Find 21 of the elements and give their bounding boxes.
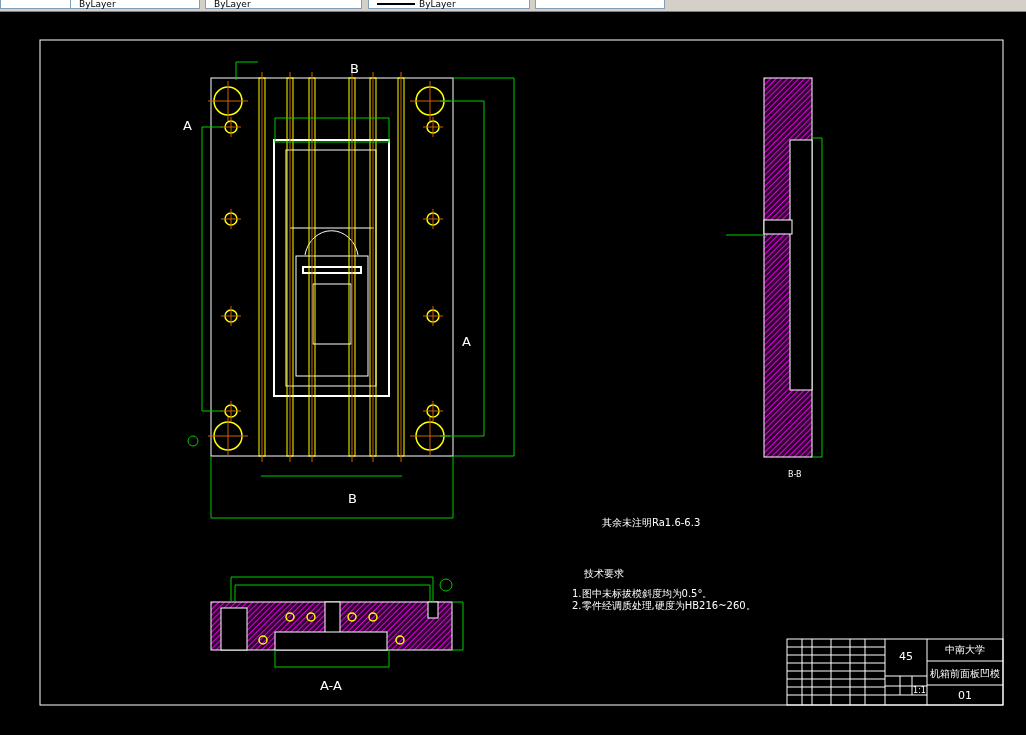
part-name: 机箱前面板凹模 bbox=[930, 668, 1000, 679]
dropdown[interactable]: ByLayer bbox=[70, 0, 200, 9]
requirement-text: 1.图中未标拔模斜度均为0.5°。 bbox=[572, 588, 713, 599]
section-label: B bbox=[350, 61, 359, 76]
roughness-note: 其余未注明Ra1.6-6.3 bbox=[602, 517, 701, 528]
section-label: A bbox=[183, 118, 192, 133]
dropdown-value: ByLayer bbox=[79, 0, 116, 9]
drawing-number: 01 bbox=[958, 689, 972, 702]
requirement-text: 2.零件经调质处理,硬度为HB216~260。 bbox=[572, 600, 756, 611]
section-label: B bbox=[348, 491, 357, 506]
school-name: 中南大学 bbox=[945, 644, 985, 655]
dropdown[interactable]: ByLayer bbox=[368, 0, 530, 9]
dropdown[interactable]: ByLayer bbox=[205, 0, 362, 9]
view-title: A-A bbox=[320, 678, 342, 693]
section-label: A bbox=[462, 334, 471, 349]
scale-text: 1:1 bbox=[913, 686, 926, 695]
material-text: 45 bbox=[899, 650, 913, 663]
view-title: B-B bbox=[788, 470, 802, 479]
requirements-title: 技术要求 bbox=[584, 568, 624, 579]
dropdown-value: ByLayer bbox=[214, 0, 251, 9]
dropdown-value: ByLayer bbox=[419, 0, 456, 9]
